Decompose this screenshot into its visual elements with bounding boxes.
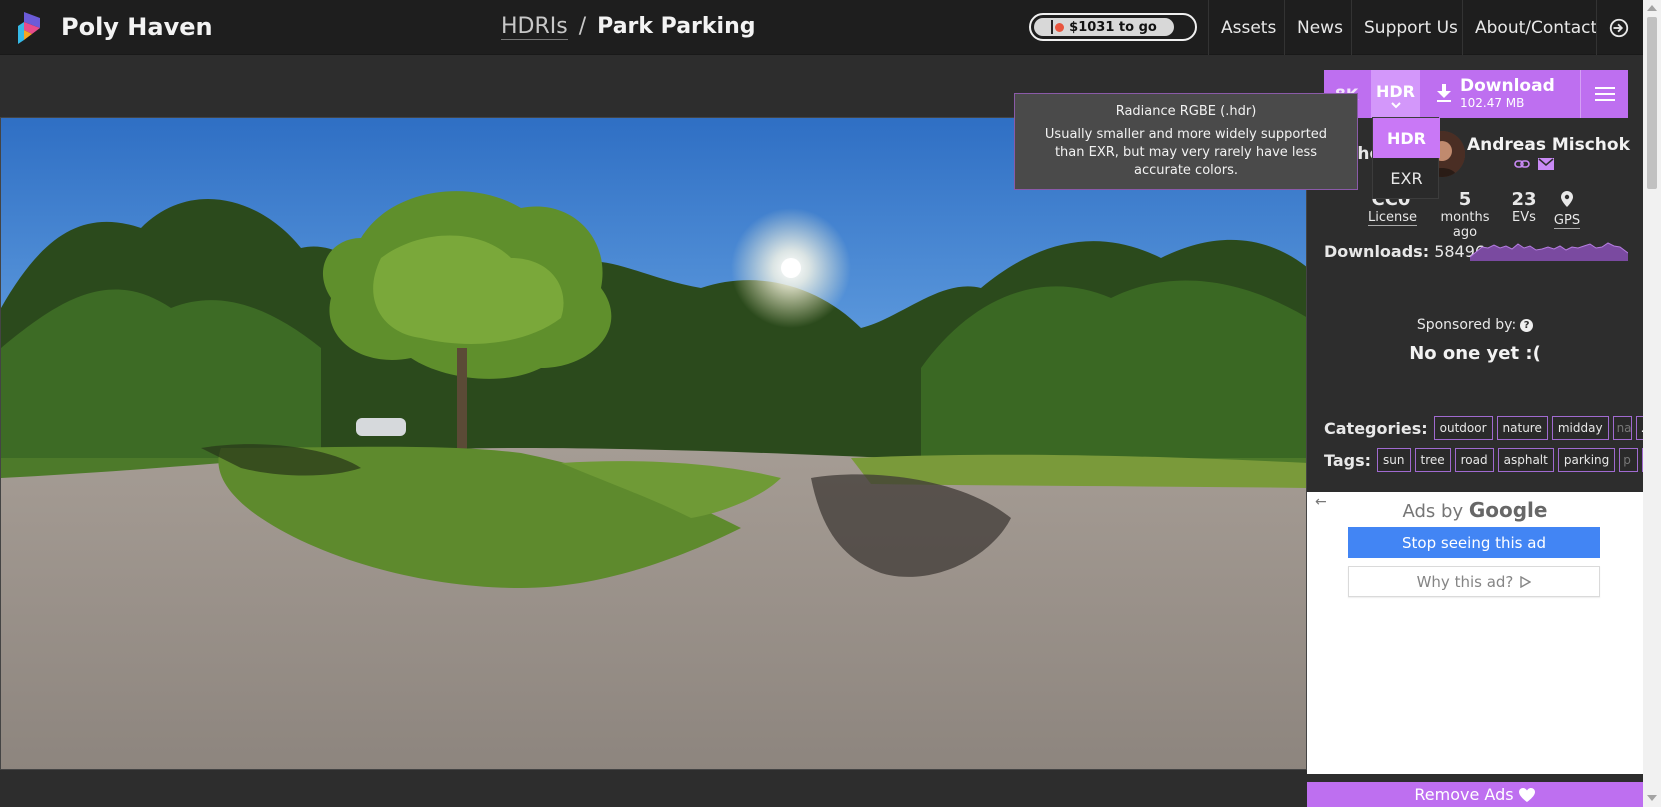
category-chip[interactable]: outdoor — [1433, 416, 1493, 440]
poly-haven-logo[interactable] — [16, 10, 46, 44]
age-label: months ago — [1440, 210, 1490, 240]
login-button[interactable] — [1596, 0, 1643, 55]
sponsor-value: No one yet :( — [1409, 343, 1541, 364]
downloads-sparkline — [1470, 242, 1628, 261]
tag-chip[interactable]: sun — [1377, 448, 1411, 472]
format-option-hdr[interactable]: HDR — [1373, 118, 1440, 158]
scrollbar-thumb[interactable] — [1647, 17, 1657, 189]
tag-chip[interactable]: asphalt — [1497, 448, 1554, 472]
nav-news-label: News — [1297, 17, 1343, 38]
nav-support-us[interactable]: Support Us — [1351, 0, 1458, 55]
format-selector[interactable]: HDR — [1371, 70, 1420, 118]
nav-assets[interactable]: Assets — [1208, 0, 1276, 55]
nav-assets-label: Assets — [1221, 17, 1277, 38]
mail-icon[interactable] — [1538, 158, 1554, 170]
download-icon — [1437, 84, 1451, 102]
breadcrumb: HDRIs / Park Parking — [501, 14, 756, 40]
format-value: HDR — [1376, 82, 1415, 101]
download-options-button[interactable] — [1580, 70, 1628, 118]
categories-row: Categories: outdoor nature midday na ... — [1324, 415, 1661, 441]
tooltip-title: Radiance RGBE (.hdr) — [1115, 104, 1257, 119]
why-this-ad-button[interactable]: Why this ad? — [1348, 566, 1600, 597]
format-tooltip: Radiance RGBE (.hdr) Usually smaller and… — [1014, 93, 1358, 190]
funding-progress-button[interactable]: $1031 to go — [1029, 13, 1197, 41]
nav-support-label: Support Us — [1364, 17, 1458, 38]
funding-dot-icon — [1055, 22, 1065, 32]
stop-seeing-ad-label: Stop seeing this ad — [1402, 533, 1546, 552]
download-button[interactable]: Download 102.47 MB — [1430, 70, 1570, 118]
nav-about-contact[interactable]: About/Contact — [1462, 0, 1597, 55]
category-chip[interactable]: midday — [1551, 416, 1609, 440]
remove-ads-label: Remove Ads — [1414, 785, 1514, 804]
preview-bottom-margin — [0, 770, 1307, 807]
tags-label: Tags: — [1324, 450, 1372, 470]
tag-chip[interactable]: parking — [1557, 448, 1616, 472]
adchoices-icon — [1520, 575, 1532, 588]
evs-value: 23 — [1511, 189, 1537, 210]
gps-label: GPS — [1553, 213, 1581, 229]
nav-about-label: About/Contact — [1475, 17, 1598, 38]
heart-icon — [1518, 787, 1535, 802]
help-icon[interactable]: ? — [1520, 319, 1534, 332]
author-name[interactable]: Andreas Mischok — [1467, 135, 1630, 155]
funding-label: $1031 to go — [1069, 19, 1157, 35]
gps-pin-icon — [1561, 191, 1573, 207]
license-label: License — [1368, 210, 1418, 226]
tooltip-body: Usually smaller and more widely supporte… — [1044, 127, 1328, 178]
scroll-up-icon[interactable] — [1647, 5, 1657, 11]
downloads-label: Downloads: — [1324, 242, 1430, 261]
scroll-down-icon[interactable] — [1647, 795, 1657, 801]
ad-title: Ads by Google — [1307, 498, 1643, 522]
evs-stat: 23 EVs — [1510, 189, 1538, 225]
sponsor-label-text: Sponsored by: — [1416, 317, 1517, 333]
breadcrumb-separator: / — [578, 14, 587, 39]
author-links — [1514, 155, 1554, 173]
ad-title-brand: Google — [1468, 498, 1548, 522]
link-icon[interactable] — [1514, 159, 1530, 169]
format-option-exr[interactable]: EXR — [1373, 158, 1440, 198]
breadcrumb-hdris-link[interactable]: HDRIs — [501, 14, 568, 40]
download-label: Download — [1460, 76, 1555, 96]
why-this-ad-label: Why this ad? — [1416, 572, 1514, 591]
chevron-down-icon — [1391, 102, 1401, 109]
download-size: 102.47 MB — [1460, 96, 1525, 110]
gps-stat[interactable]: GPS — [1549, 189, 1585, 229]
category-chip[interactable]: na — [1612, 416, 1632, 440]
hdri-preview-image[interactable] — [0, 117, 1307, 770]
remove-ads-button[interactable]: Remove Ads — [1307, 782, 1643, 807]
category-chip[interactable]: nature — [1496, 416, 1548, 440]
page-title: Park Parking — [597, 14, 756, 39]
sponsor-label: Sponsored by:? — [1307, 317, 1643, 333]
tag-chip[interactable]: tree — [1414, 448, 1451, 472]
top-navigation-bar: Poly Haven HDRIs / Park Parking $1031 to… — [0, 0, 1661, 55]
categories-label: Categories: — [1324, 418, 1428, 438]
site-name[interactable]: Poly Haven — [61, 13, 213, 41]
download-bar: 8K HDR Download 102.47 MB — [1324, 70, 1628, 118]
login-icon — [1609, 18, 1629, 37]
funding-progress-bar: $1031 to go — [1034, 18, 1174, 36]
downloads-stat: Downloads: 58496 — [1324, 242, 1485, 261]
tag-chip[interactable]: road — [1454, 448, 1494, 472]
page-scrollbar[interactable] — [1643, 0, 1661, 807]
nav-news[interactable]: News — [1284, 0, 1343, 55]
tags-row: Tags: sun tree road asphalt parking p ..… — [1324, 447, 1661, 473]
ad-title-prefix: Ads by — [1402, 501, 1464, 522]
funding-goal-marker — [1051, 20, 1054, 34]
stop-seeing-ad-button[interactable]: Stop seeing this ad — [1348, 527, 1600, 558]
evs-label: EVs — [1512, 210, 1536, 225]
google-ad-panel: ← Ads by Google Stop seeing this ad Why … — [1307, 492, 1643, 774]
format-dropdown-menu: HDR EXR — [1372, 117, 1440, 199]
tag-chip[interactable]: p — [1619, 448, 1639, 472]
